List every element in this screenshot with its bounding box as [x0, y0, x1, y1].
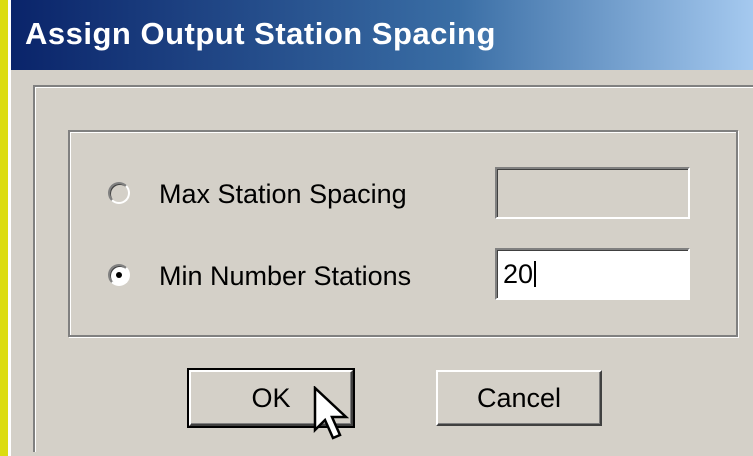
assign-output-station-spacing-dialog: Assign Output Station Spacing Max Statio… [8, 0, 753, 456]
min-number-stations-value: 20 [503, 258, 534, 289]
min-number-stations-radio[interactable] [108, 264, 130, 286]
text-caret [534, 261, 537, 287]
title-bar[interactable]: Assign Output Station Spacing [11, 0, 753, 70]
arrow-pointer-icon [313, 386, 350, 440]
max-station-spacing-label: Max Station Spacing [159, 179, 407, 209]
cancel-button-label: Cancel [476, 382, 562, 413]
max-station-spacing-radio[interactable] [108, 182, 130, 204]
cancel-button[interactable]: Cancel [436, 370, 602, 426]
spacing-options-group [68, 130, 738, 337]
ok-button-label: OK [251, 382, 291, 413]
dialog-title: Assign Output Station Spacing [25, 16, 496, 51]
max-station-spacing-field[interactable] [495, 167, 690, 219]
min-number-stations-label: Min Number Stations [159, 261, 412, 291]
min-number-stations-field[interactable]: 20 [495, 248, 690, 300]
